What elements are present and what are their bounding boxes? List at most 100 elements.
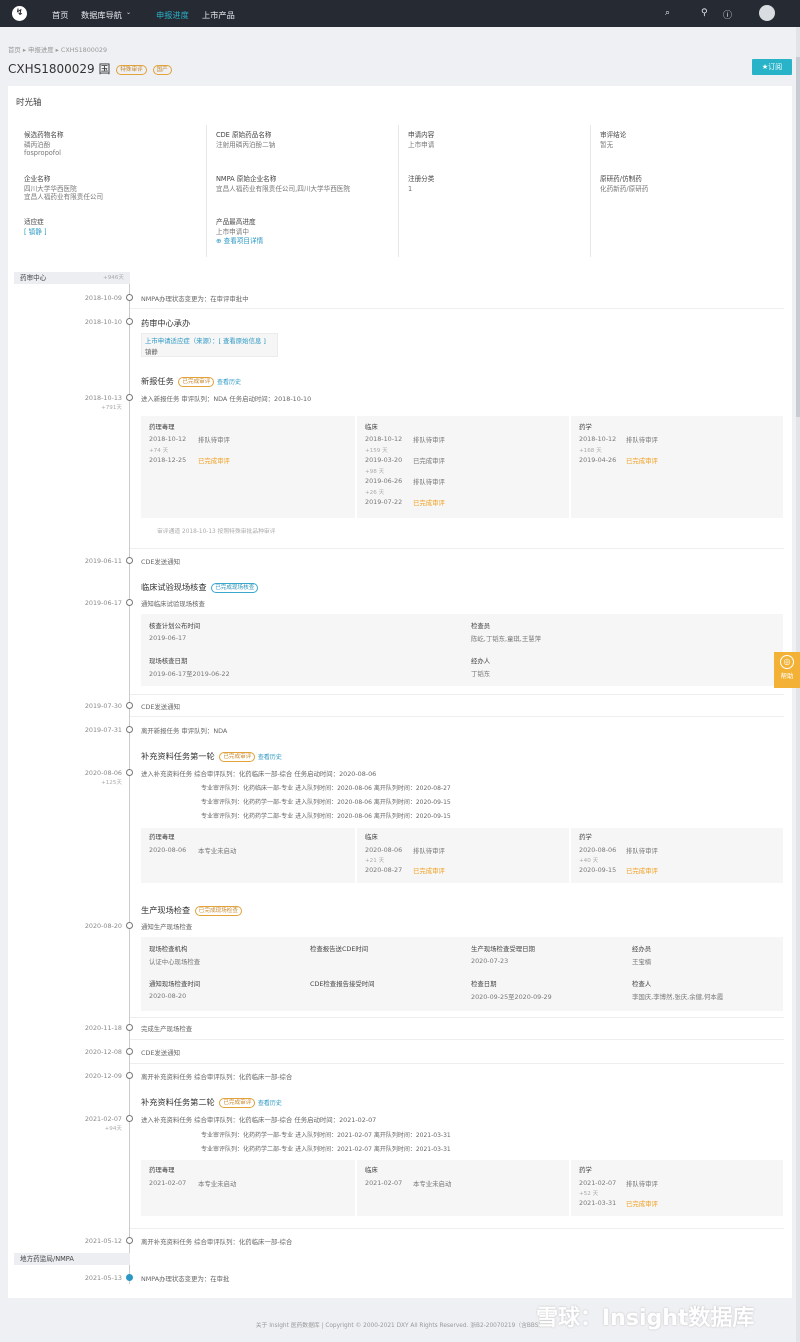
indication-source[interactable]: 上市申请适应症（来源）：[ 查看原始信息 ] [145,336,266,345]
nav-home[interactable]: 首页 [52,9,68,21]
bulb-icon[interactable]: ⚲ [701,8,708,18]
page-title: CXHS1800029 国 特殊审评 国产 [8,60,172,77]
field-value: 暂无 [600,141,614,149]
event-text: 通知生产现场检查 [141,923,193,931]
inspection-box [141,614,783,686]
cell-date: 2019-06-26 [365,477,403,485]
heading-text: 临床试验现场核查 [141,582,207,592]
event-heading: 生产现场检查 已完成现场检查 [141,904,242,916]
event-date: 2018-10-13 [84,394,122,402]
nav-progress[interactable]: 申报进度 [156,9,189,21]
field-value: 李国庆,李博然,张庆,余健,何本霞 [632,993,724,1001]
section-title: 时光轴 [16,98,42,108]
divider [398,125,399,257]
timeline-dot [126,726,133,733]
timeline-dot [126,769,133,776]
field-value: 2019-06-17至2019-06-22 [149,670,230,678]
field-value: 王宝楠 [632,958,652,966]
info-nmpa-company: NMPA 原始企业名称 宜昌人福药业有限责任公司,四川大学华西医院 [216,174,350,194]
subscribe-button[interactable]: ★订阅 [752,59,792,75]
insight-logo[interactable]: ↯ [12,6,27,21]
column-title: 药学 [579,1166,592,1174]
info-indication: 适应症 [ 镇静 ] [24,217,47,237]
cell-date: 2020-08-06 [579,846,617,854]
event-date: 2020-12-09 [84,1072,122,1080]
queue-line: 专业审评队列：化药药学二部-专业 进入队列时间：2020-08-06 离开队列时… [201,813,451,820]
event-date: 2019-06-11 [84,557,122,565]
project-detail-link[interactable]: ⊕ 查看项目详情 [216,237,263,245]
field-label: 适应症 [24,218,44,226]
nav-database-menu[interactable]: 数据库导航 [81,9,122,21]
column-title: 药学 [579,423,592,431]
field-label: 申请内容 [408,131,435,139]
field-value: 1 [408,185,413,193]
cell-status: 已完成审评 [626,457,658,465]
avatar[interactable] [759,5,775,21]
cell-days: +74 天 [149,448,169,454]
event-date: 2018-10-09 [84,294,122,302]
event-heading: 补充资料任务第一轮 已完成审评 查看历史 [141,750,282,762]
event-date: 2019-07-30 [84,702,122,710]
field-label: 候选药物名称 [24,131,64,139]
cell-status: 已完成审评 [626,1200,658,1208]
info-progress: 产品最高进度 上市申请中 ⊕ 查看项目详情 [216,217,263,245]
help-icon[interactable]: ⓘ [723,8,732,21]
field-label: 通知现场检查时间 [149,980,201,988]
cell-date: 2019-04-26 [579,456,617,464]
field-value: 上市申请 [408,141,435,149]
divider [590,125,591,257]
timeline-axis [129,272,130,1284]
heading-text: 生产现场检查 [141,905,191,915]
event-date: 2018-10-10 [84,318,122,326]
nav-marketed[interactable]: 上市产品 [202,9,235,21]
cell-date: 2020-08-06 [365,846,403,854]
review-column [141,416,355,518]
info-candidate: 候选药物名称 磷丙泊酚 fospropofol [24,130,64,157]
timeline-dot [126,1072,133,1079]
heading-text: 补充资料任务第二轮 [141,1097,215,1107]
field-value: 2019-06-17 [149,634,187,642]
event-date: 2020-08-20 [84,922,122,930]
indication-link[interactable]: [ 镇静 ] [24,227,47,237]
info-card [8,86,792,266]
cell-date: 2018-10-12 [365,435,403,443]
field-label: 检查员 [471,622,491,630]
timeline-dot [126,294,133,301]
source-link[interactable]: 上市申请适应症（来源）：[ 查看原始信息 ] [145,337,266,345]
field-value: 上市申请中 [216,228,249,236]
event-text: 通知临床试验现场核查 [141,600,205,608]
event-heading: 临床试验现场核查 已完成现场核查 [141,581,259,593]
search-icon[interactable]: ⌕ [665,8,670,18]
info-conclusion: 审评结论 暂无 [600,130,626,150]
event-text: 进入补充资料任务 综合审评队列：化药临床一部-综合 任务启动时间：2020-08… [141,770,377,778]
column-title: 药理毒理 [149,423,175,431]
column-title: 药理毒理 [149,833,175,841]
history-link[interactable]: 查看历史 [258,1100,282,1107]
field-value: 2020-08-20 [149,992,187,1000]
tag-special: 特殊审评 [116,64,147,75]
cell-date: 2021-02-07 [149,1179,187,1187]
timeline-dot [126,1024,133,1031]
divider [130,308,784,309]
review-column [571,1160,783,1216]
help-button[interactable]: ◎ 帮助 [774,652,800,688]
event-heading: 药审中心承办 [141,318,191,328]
scrollbar-thumb[interactable] [796,57,800,417]
cell-status: 已完成审评 [413,499,445,507]
field-value: 陈屹,丁韬东,童琪,王慧萍 [471,635,541,643]
section-cde: 药审中心 +946天 [14,272,130,284]
field-label: 生产现场检查受理日期 [471,945,535,953]
event-text: CDE发送通知 [141,703,180,711]
cell-status: 排队待审评 [413,436,445,444]
section-nmpa: 地方药监局/NMPA [14,1253,130,1265]
divider [130,548,784,549]
breadcrumb[interactable]: 首页 ▸ 申报进度 ▸ CXHS1800029 [8,45,107,54]
cell-date: 2019-07-22 [365,498,403,506]
cell-days: +40 天 [579,858,599,864]
field-label: 经办员 [632,945,652,953]
chevron-down-icon[interactable]: ⌄ [126,9,131,16]
divider [130,694,784,695]
history-link[interactable]: 查看历史 [217,379,241,386]
history-link[interactable]: 查看历史 [258,754,282,761]
divider [130,1039,784,1040]
